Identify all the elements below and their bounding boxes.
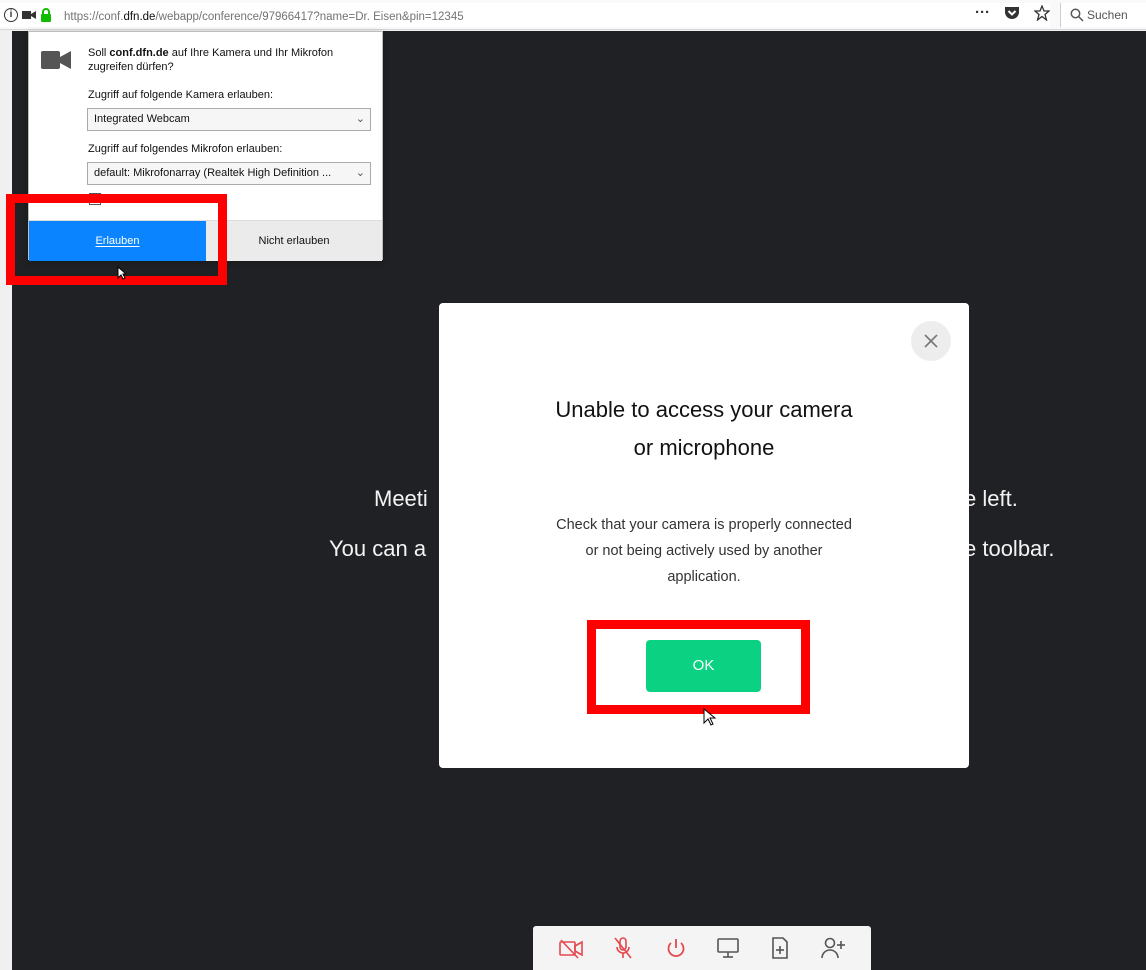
microphone-off-icon[interactable]	[609, 934, 637, 962]
close-button[interactable]	[911, 321, 951, 361]
search-placeholder: Suchen	[1087, 8, 1128, 22]
browser-toolbar: i https://conf.dfn.de/webapp/conference/…	[0, 0, 1146, 30]
mouse-cursor-icon	[703, 708, 717, 726]
page-actions-menu-icon[interactable]: ···	[975, 5, 990, 20]
close-icon	[924, 334, 938, 348]
screen-share-icon[interactable]	[714, 934, 742, 962]
microphone-select-label: Zugriff auf folgendes Mikrofon erlauben:	[88, 143, 283, 155]
search-icon	[1070, 8, 1084, 22]
chevron-down-icon: ⌄	[355, 167, 365, 179]
dialog-title: Unable to access your camera or micropho…	[555, 397, 853, 460]
camera-permission-icon[interactable]	[22, 9, 36, 21]
camera-icon	[41, 51, 71, 69]
chevron-down-icon: ⌄	[355, 113, 365, 125]
url-field[interactable]: i https://conf.dfn.de/webapp/conference/…	[0, 3, 1050, 27]
conference-toolbar	[533, 926, 871, 970]
permission-question: Soll conf.dfn.de auf Ihre Kamera und Ihr…	[88, 47, 334, 73]
bookmark-star-icon[interactable]	[1034, 5, 1050, 21]
info-icon[interactable]: i	[4, 8, 18, 22]
dialog-message: Check that your camera is properly conne…	[556, 517, 852, 585]
lock-icon	[41, 8, 51, 22]
deny-button[interactable]: Nicht erlauben	[206, 221, 382, 261]
power-icon[interactable]	[662, 934, 690, 962]
add-document-icon[interactable]	[766, 934, 794, 962]
pocket-icon[interactable]	[1004, 6, 1020, 21]
mouse-cursor-icon	[117, 266, 127, 280]
url-text[interactable]: https://conf.dfn.de/webapp/conference/97…	[64, 11, 464, 23]
add-person-icon[interactable]	[819, 934, 847, 962]
camera-select[interactable]: Integrated Webcam ⌄	[87, 108, 371, 131]
search-input[interactable]: Suchen	[1060, 3, 1146, 27]
highlight-ok-button	[587, 620, 810, 714]
microphone-select[interactable]: default: Mikrofonarray (Realtek High Def…	[87, 162, 371, 185]
camera-select-label: Zugriff auf folgende Kamera erlauben:	[88, 89, 274, 101]
camera-off-icon[interactable]	[557, 934, 585, 962]
